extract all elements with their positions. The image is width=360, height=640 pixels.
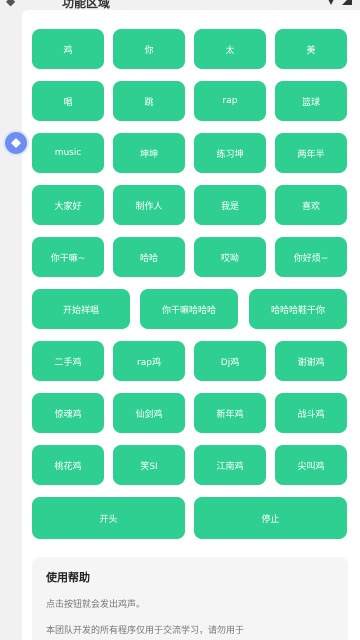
sound-button[interactable]: 太 — [194, 29, 266, 69]
help-text: 本团队开发的所有程序仅用于交流学习，请勿用于 — [46, 626, 245, 636]
sound-button[interactable]: 两年半 — [275, 133, 347, 173]
sound-button[interactable]: rap鸡 — [113, 341, 185, 381]
start-button[interactable]: 开头 — [32, 497, 185, 539]
sound-button[interactable]: 哎呦 — [194, 237, 266, 277]
sound-button[interactable]: 战斗鸡 — [275, 393, 347, 433]
sound-button[interactable]: 你干嘛~ — [32, 237, 104, 277]
stop-button[interactable]: 停止 — [194, 497, 347, 539]
sound-button[interactable]: rap — [194, 81, 266, 121]
help-text: 点击按钮就会发出鸡声。 — [46, 600, 146, 610]
status-icons — [326, 0, 352, 5]
sound-button[interactable]: 仙剑鸡 — [113, 393, 185, 433]
sound-button[interactable]: 你 — [113, 29, 185, 69]
sound-button[interactable]: 新年鸡 — [194, 393, 266, 433]
sound-button[interactable]: 跳 — [113, 81, 185, 121]
diamond-icon — [11, 138, 21, 148]
sound-button[interactable]: 坤坤 — [113, 133, 185, 173]
sound-button[interactable]: 练习坤 — [194, 133, 266, 173]
sound-button[interactable]: 大家好 — [32, 185, 104, 225]
app-icon: ◆ — [6, 0, 16, 8]
sound-button[interactable]: 唱 — [32, 81, 104, 121]
sound-button[interactable]: 你干嘛哈哈哈 — [140, 289, 238, 329]
wifi-icon — [326, 0, 336, 5]
sound-button[interactable]: 桃花鸡 — [32, 445, 104, 485]
status-bar: ◆ 功能区域 — [0, 0, 360, 10]
sound-button[interactable]: 制作人 — [113, 185, 185, 225]
sound-button[interactable]: 江南鸡 — [194, 445, 266, 485]
floating-assistant-button[interactable] — [3, 130, 29, 156]
sound-button[interactable]: 哈哈哈鞋干你 — [249, 289, 347, 329]
sound-button[interactable]: Dj鸡 — [194, 341, 266, 381]
sound-button[interactable]: 惊魂鸡 — [32, 393, 104, 433]
help-card: 使用帮助 点击按钮就会发出鸡声。 本团队开发的所有程序仅用于交流学习，请勿用于 — [32, 557, 348, 640]
sound-button[interactable]: 你好烦~ — [275, 237, 347, 277]
sound-button[interactable]: 谢谢鸡 — [275, 341, 347, 381]
sound-button[interactable]: 开始祥唱 — [32, 289, 130, 329]
sound-button[interactable]: 我是 — [194, 185, 266, 225]
sound-button[interactable]: 哈哈 — [113, 237, 185, 277]
page-title: 功能区域 — [62, 0, 111, 10]
sound-button[interactable]: 喜欢 — [275, 185, 347, 225]
sound-button[interactable]: 笑SI — [113, 445, 185, 485]
sound-button[interactable]: 二手鸡 — [32, 341, 104, 381]
sound-button[interactable]: 篮球 — [275, 81, 347, 121]
sound-button[interactable]: 鸡 — [32, 29, 104, 69]
sound-button[interactable]: music — [32, 133, 104, 173]
sound-button[interactable]: 美 — [275, 29, 347, 69]
help-title: 使用帮助 — [46, 571, 90, 584]
sound-button[interactable]: 尖叫鸡 — [275, 445, 347, 485]
signal-icon — [342, 0, 352, 5]
